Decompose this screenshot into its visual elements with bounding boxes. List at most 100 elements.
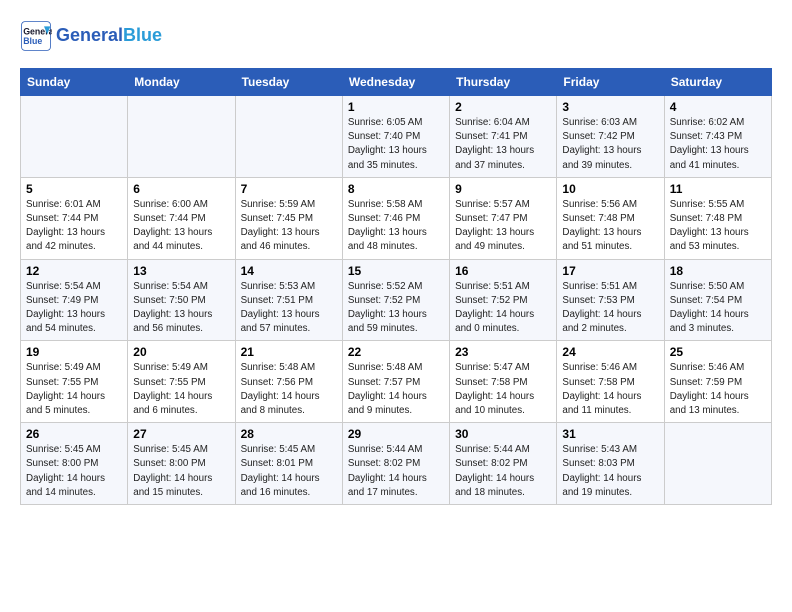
day-number: 4	[670, 100, 766, 114]
day-number: 31	[562, 427, 658, 441]
day-info: Sunrise: 5:58 AMSunset: 7:46 PMDaylight:…	[348, 198, 444, 255]
day-info: Sunrise: 5:48 AMSunset: 7:57 PMDaylight:…	[348, 361, 444, 418]
calendar-cell: 21 Sunrise: 5:48 AMSunset: 7:56 PMDayligh…	[235, 341, 342, 423]
day-info: Sunrise: 5:45 AMSunset: 8:00 PMDaylight:…	[133, 443, 229, 500]
day-number: 16	[455, 264, 551, 278]
weekday-header-friday: Friday	[557, 69, 664, 96]
day-info: Sunrise: 5:44 AMSunset: 8:02 PMDaylight:…	[348, 443, 444, 500]
svg-text:Blue: Blue	[23, 36, 42, 46]
day-number: 20	[133, 345, 229, 359]
calendar-cell	[664, 423, 771, 505]
calendar-cell: 29 Sunrise: 5:44 AMSunset: 8:02 PMDayligh…	[342, 423, 449, 505]
day-number: 24	[562, 345, 658, 359]
day-info: Sunrise: 6:03 AMSunset: 7:42 PMDaylight:…	[562, 116, 658, 173]
calendar-cell	[128, 96, 235, 178]
day-number: 5	[26, 182, 122, 196]
day-number: 14	[241, 264, 337, 278]
day-number: 27	[133, 427, 229, 441]
calendar-cell: 30 Sunrise: 5:44 AMSunset: 8:02 PMDayligh…	[450, 423, 557, 505]
day-info: Sunrise: 5:51 AMSunset: 7:53 PMDaylight:…	[562, 280, 658, 337]
calendar-cell: 9Sunrise: 5:57 AMSunset: 7:47 PMDaylight…	[450, 177, 557, 259]
calendar-cell: 31 Sunrise: 5:43 AMSunset: 8:03 PMDayligh…	[557, 423, 664, 505]
calendar-cell: 7 Sunrise: 5:59 AMSunset: 7:45 PMDaylight…	[235, 177, 342, 259]
calendar-cell: 13 Sunrise: 5:54 AMSunset: 7:50 PMDayligh…	[128, 259, 235, 341]
day-number: 8	[348, 182, 444, 196]
calendar-cell: 14 Sunrise: 5:53 AMSunset: 7:51 PMDayligh…	[235, 259, 342, 341]
day-info: Sunrise: 6:00 AMSunset: 7:44 PMDaylight:…	[133, 198, 229, 255]
day-number: 21	[241, 345, 337, 359]
day-info: Sunrise: 5:47 AMSunset: 7:58 PMDaylight:…	[455, 361, 551, 418]
day-info: Sunrise: 5:53 AMSunset: 7:51 PMDaylight:…	[241, 280, 337, 337]
calendar-week-0: 1Sunrise: 6:05 AMSunset: 7:40 PMDaylight…	[21, 96, 772, 178]
day-number: 7	[241, 182, 337, 196]
calendar-cell: 28 Sunrise: 5:45 AMSunset: 8:01 PMDayligh…	[235, 423, 342, 505]
day-info: Sunrise: 6:05 AMSunset: 7:40 PMDaylight:…	[348, 116, 444, 173]
calendar-cell: 26 Sunrise: 5:45 AMSunset: 8:00 PMDayligh…	[21, 423, 128, 505]
calendar-cell: 11 Sunrise: 5:55 AMSunset: 7:48 PMDayligh…	[664, 177, 771, 259]
calendar-cell: 19 Sunrise: 5:49 AMSunset: 7:55 PMDayligh…	[21, 341, 128, 423]
day-number: 10	[562, 182, 658, 196]
calendar-body: 1Sunrise: 6:05 AMSunset: 7:40 PMDaylight…	[21, 96, 772, 505]
weekday-header-row: SundayMondayTuesdayWednesdayThursdayFrid…	[21, 69, 772, 96]
weekday-header-thursday: Thursday	[450, 69, 557, 96]
calendar-cell: 6Sunrise: 6:00 AMSunset: 7:44 PMDaylight…	[128, 177, 235, 259]
day-number: 18	[670, 264, 766, 278]
day-info: Sunrise: 5:50 AMSunset: 7:54 PMDaylight:…	[670, 280, 766, 337]
day-info: Sunrise: 5:49 AMSunset: 7:55 PMDaylight:…	[26, 361, 122, 418]
calendar-cell: 8 Sunrise: 5:58 AMSunset: 7:46 PMDaylight…	[342, 177, 449, 259]
page-header: General Blue GeneralBlue	[20, 20, 772, 52]
day-info: Sunrise: 5:45 AMSunset: 8:00 PMDaylight:…	[26, 443, 122, 500]
day-info: Sunrise: 5:46 AMSunset: 7:58 PMDaylight:…	[562, 361, 658, 418]
logo: General Blue GeneralBlue	[20, 20, 162, 52]
day-info: Sunrise: 5:48 AMSunset: 7:56 PMDaylight:…	[241, 361, 337, 418]
calendar-cell: 4Sunrise: 6:02 AMSunset: 7:43 PMDaylight…	[664, 96, 771, 178]
day-number: 9	[455, 182, 551, 196]
day-number: 29	[348, 427, 444, 441]
day-number: 13	[133, 264, 229, 278]
day-info: Sunrise: 6:04 AMSunset: 7:41 PMDaylight:…	[455, 116, 551, 173]
weekday-header-monday: Monday	[128, 69, 235, 96]
day-info: Sunrise: 5:52 AMSunset: 7:52 PMDaylight:…	[348, 280, 444, 337]
calendar-cell: 1Sunrise: 6:05 AMSunset: 7:40 PMDaylight…	[342, 96, 449, 178]
day-number: 22	[348, 345, 444, 359]
calendar-week-4: 26 Sunrise: 5:45 AMSunset: 8:00 PMDayligh…	[21, 423, 772, 505]
day-info: Sunrise: 5:51 AMSunset: 7:52 PMDaylight:…	[455, 280, 551, 337]
calendar-cell: 5Sunrise: 6:01 AMSunset: 7:44 PMDaylight…	[21, 177, 128, 259]
day-number: 2	[455, 100, 551, 114]
day-info: Sunrise: 5:59 AMSunset: 7:45 PMDaylight:…	[241, 198, 337, 255]
weekday-header-sunday: Sunday	[21, 69, 128, 96]
day-number: 3	[562, 100, 658, 114]
calendar-week-1: 5Sunrise: 6:01 AMSunset: 7:44 PMDaylight…	[21, 177, 772, 259]
calendar-cell: 10Sunrise: 5:56 AMSunset: 7:48 PMDayligh…	[557, 177, 664, 259]
calendar-cell	[21, 96, 128, 178]
calendar-week-3: 19 Sunrise: 5:49 AMSunset: 7:55 PMDayligh…	[21, 341, 772, 423]
day-number: 25	[670, 345, 766, 359]
day-number: 26	[26, 427, 122, 441]
day-number: 15	[348, 264, 444, 278]
day-info: Sunrise: 5:44 AMSunset: 8:02 PMDaylight:…	[455, 443, 551, 500]
day-info: Sunrise: 5:54 AMSunset: 7:50 PMDaylight:…	[133, 280, 229, 337]
logo-text: GeneralBlue	[56, 25, 162, 47]
calendar-week-2: 12 Sunrise: 5:54 AMSunset: 7:49 PMDayligh…	[21, 259, 772, 341]
day-number: 11	[670, 182, 766, 196]
calendar-cell: 2 Sunrise: 6:04 AMSunset: 7:41 PMDaylight…	[450, 96, 557, 178]
calendar-cell: 17Sunrise: 5:51 AMSunset: 7:53 PMDayligh…	[557, 259, 664, 341]
weekday-header-saturday: Saturday	[664, 69, 771, 96]
day-info: Sunrise: 5:55 AMSunset: 7:48 PMDaylight:…	[670, 198, 766, 255]
calendar-cell: 12 Sunrise: 5:54 AMSunset: 7:49 PMDayligh…	[21, 259, 128, 341]
day-info: Sunrise: 5:45 AMSunset: 8:01 PMDaylight:…	[241, 443, 337, 500]
day-info: Sunrise: 5:46 AMSunset: 7:59 PMDaylight:…	[670, 361, 766, 418]
calendar-cell: 15 Sunrise: 5:52 AMSunset: 7:52 PMDayligh…	[342, 259, 449, 341]
day-number: 28	[241, 427, 337, 441]
day-number: 19	[26, 345, 122, 359]
calendar-cell: 16 Sunrise: 5:51 AMSunset: 7:52 PMDayligh…	[450, 259, 557, 341]
calendar-cell	[235, 96, 342, 178]
day-number: 23	[455, 345, 551, 359]
logo-icon: General Blue	[20, 20, 52, 52]
day-info: Sunrise: 5:43 AMSunset: 8:03 PMDaylight:…	[562, 443, 658, 500]
day-number: 12	[26, 264, 122, 278]
weekday-header-tuesday: Tuesday	[235, 69, 342, 96]
day-number: 30	[455, 427, 551, 441]
calendar-table: SundayMondayTuesdayWednesdayThursdayFrid…	[20, 68, 772, 505]
day-info: Sunrise: 5:54 AMSunset: 7:49 PMDaylight:…	[26, 280, 122, 337]
